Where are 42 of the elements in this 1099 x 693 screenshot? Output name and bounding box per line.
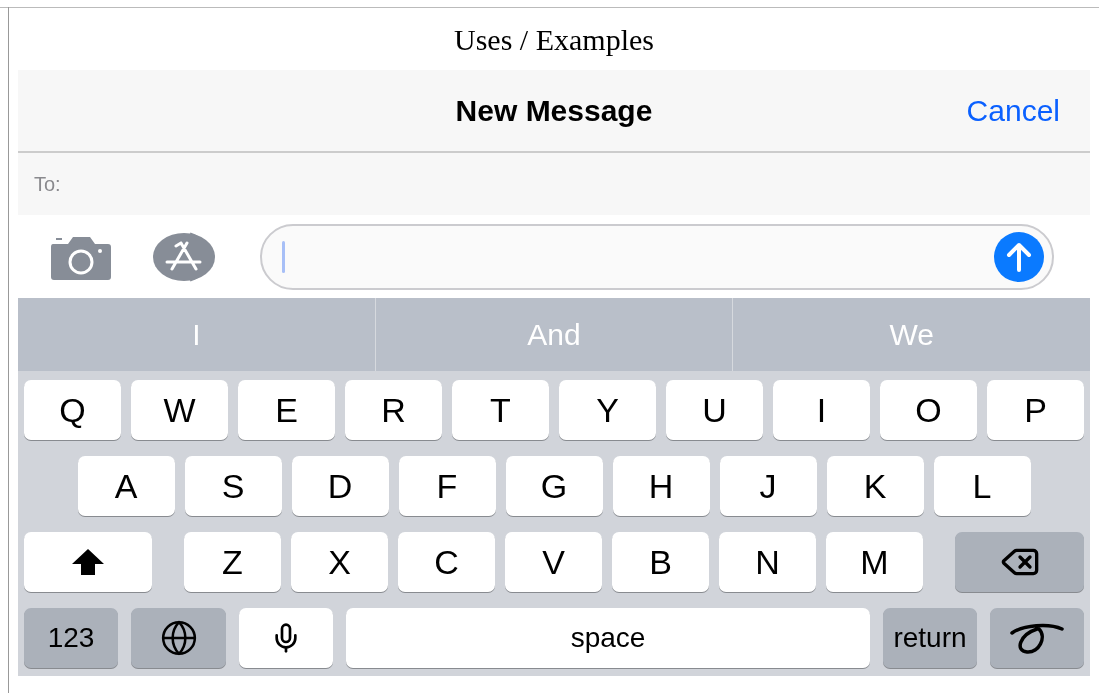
numbers-key[interactable]: 123: [24, 608, 118, 668]
send-icon[interactable]: [994, 231, 1044, 282]
letter-key[interactable]: W: [131, 380, 228, 440]
letter-key[interactable]: L: [933, 456, 1031, 516]
letter-key[interactable]: Z: [184, 532, 281, 592]
microphone-key[interactable]: [239, 608, 333, 668]
letter-key[interactable]: U: [666, 380, 763, 440]
letter-key[interactable]: G: [505, 456, 603, 516]
letter-key[interactable]: S: [184, 456, 282, 516]
nav-title: New Message: [455, 93, 653, 129]
letter-key[interactable]: T: [452, 380, 549, 440]
letter-key[interactable]: J: [719, 456, 817, 516]
return-key[interactable]: return: [883, 608, 977, 668]
letter-key[interactable]: K: [826, 456, 924, 516]
to-label: To:: [34, 172, 61, 197]
letter-key[interactable]: H: [612, 456, 710, 516]
letter-key[interactable]: F: [398, 456, 496, 516]
letter-key[interactable]: I: [773, 380, 870, 440]
shift-key[interactable]: [24, 532, 152, 592]
handwriting-icon: [1009, 621, 1065, 655]
letter-key[interactable]: P: [987, 380, 1084, 440]
letter-key[interactable]: X: [291, 532, 388, 592]
letter-key[interactable]: B: [612, 532, 709, 592]
globe-key[interactable]: [131, 608, 226, 668]
letter-key[interactable]: M: [826, 532, 923, 592]
letter-key[interactable]: Y: [559, 380, 656, 440]
letter-key[interactable]: N: [719, 532, 816, 592]
letter-key[interactable]: D: [291, 456, 389, 516]
letter-key[interactable]: E: [238, 380, 335, 440]
letter-key[interactable]: R: [345, 380, 442, 440]
letter-key[interactable]: V: [505, 532, 602, 592]
shift-icon: [71, 548, 105, 576]
letter-key[interactable]: Q: [24, 380, 121, 440]
page-title: Uses / Examples: [454, 21, 654, 58]
letter-key[interactable]: C: [398, 532, 495, 592]
letter-key[interactable]: A: [77, 456, 175, 516]
globe-icon: [159, 619, 198, 657]
cancel-button[interactable]: Cancel: [966, 88, 1060, 133]
handwriting-key[interactable]: [990, 608, 1084, 668]
letter-key[interactable]: O: [880, 380, 977, 440]
delete-key[interactable]: [955, 532, 1084, 592]
space-key[interactable]: space: [346, 608, 870, 668]
